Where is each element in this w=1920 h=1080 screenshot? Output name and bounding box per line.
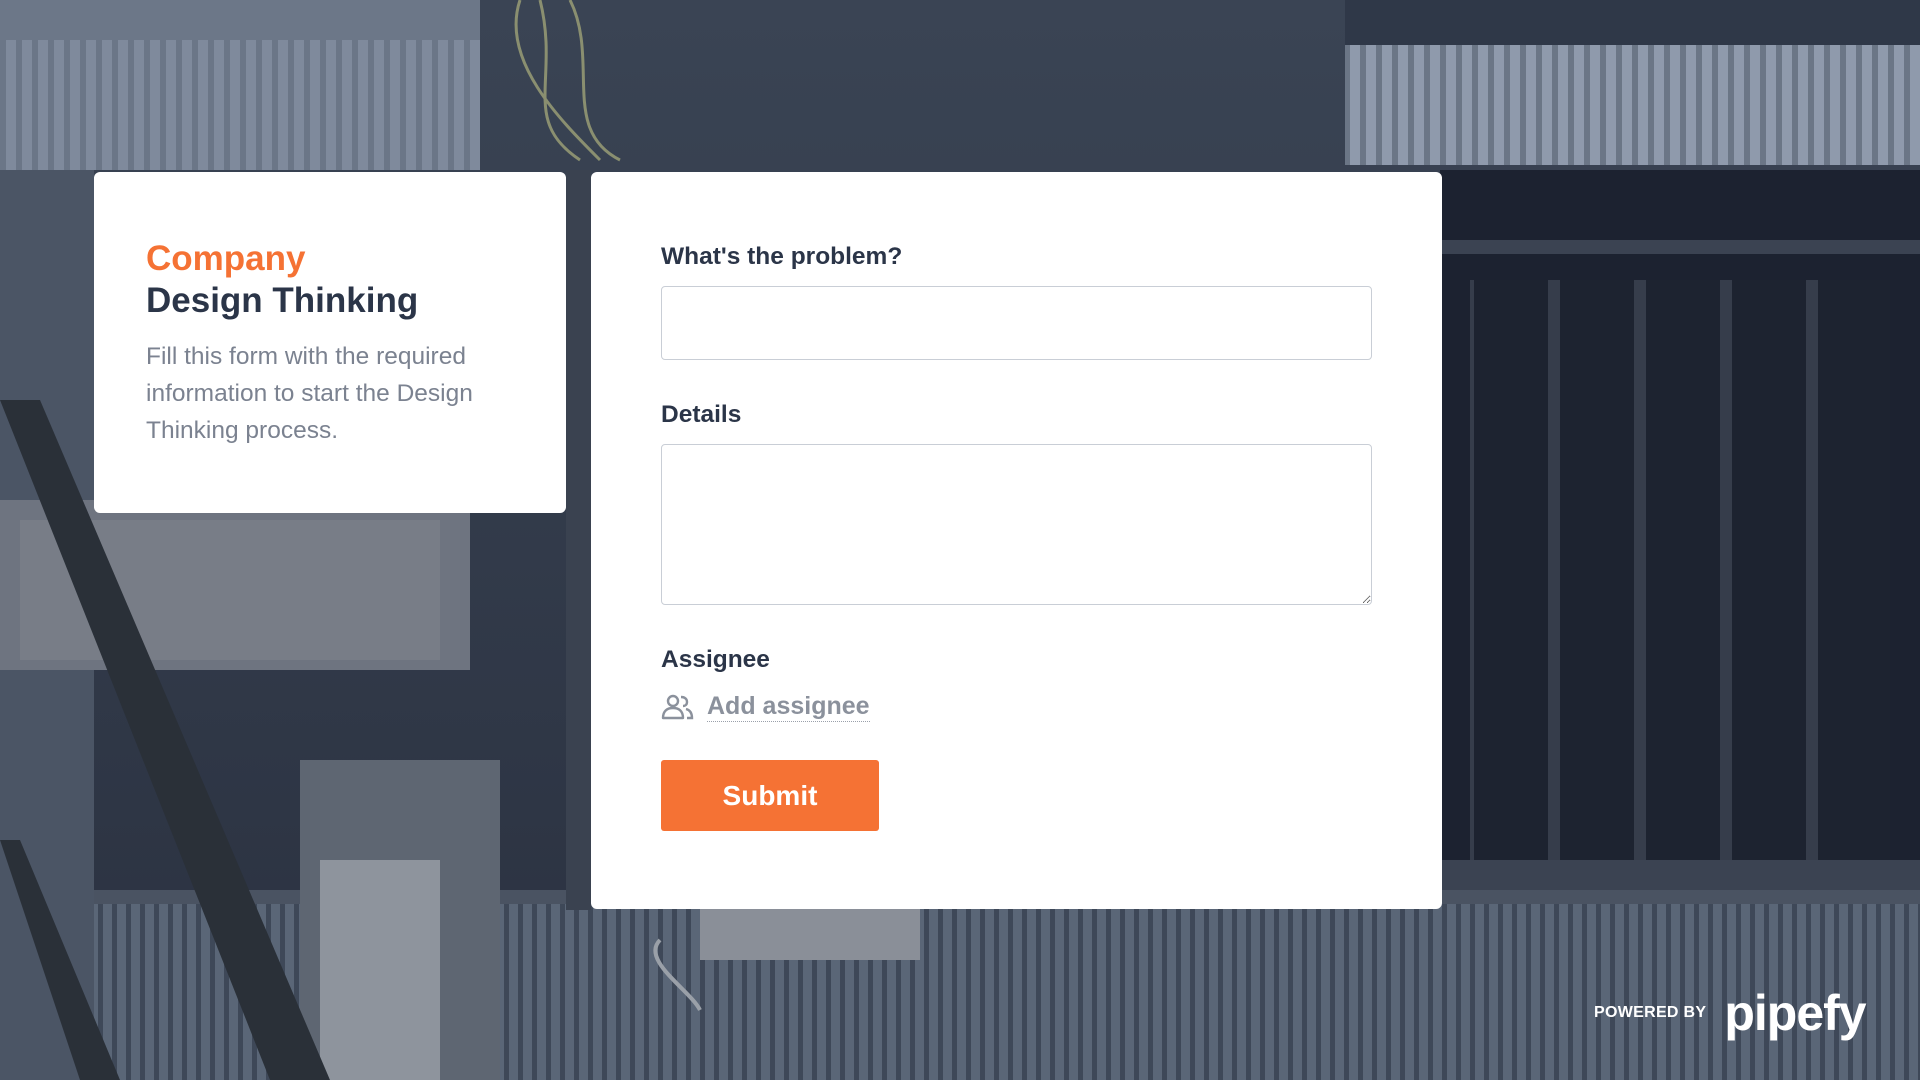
form-info-card: Company Design Thinking Fill this form w… — [94, 172, 566, 513]
form-card: What's the problem? Details Assignee Add… — [591, 172, 1442, 909]
problem-label: What's the problem? — [661, 243, 903, 270]
form-description: Fill this form with the required informa… — [146, 343, 473, 444]
form-title: Design Thinking — [146, 281, 419, 320]
add-assignee-link[interactable]: Add assignee — [707, 691, 870, 722]
submit-button[interactable]: Submit — [661, 760, 879, 831]
assignee-label: Assignee — [661, 646, 770, 673]
problem-input[interactable] — [661, 286, 1372, 360]
people-icon — [661, 693, 695, 721]
problem-field: What's the problem? — [661, 242, 1372, 360]
details-label: Details — [661, 401, 742, 428]
details-field: Details — [661, 400, 1372, 605]
assignee-field: Assignee Add assignee — [661, 645, 1372, 722]
pipefy-logo: pipefy — [1724, 985, 1866, 1041]
powered-by-text: POWERED BY — [1594, 1004, 1707, 1021]
powered-by-badge[interactable]: POWERED BY pipefy — [1594, 985, 1867, 1041]
add-assignee-button[interactable]: Add assignee — [661, 691, 1372, 722]
company-name: Company — [146, 239, 306, 278]
details-textarea[interactable] — [661, 444, 1372, 605]
